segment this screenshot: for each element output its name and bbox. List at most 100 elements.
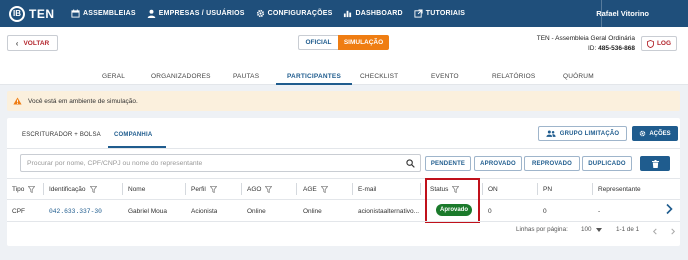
tab-checklist[interactable]: CHECKLIST — [360, 67, 398, 85]
filter-icon[interactable] — [320, 185, 328, 193]
log-button-label: LOG — [656, 40, 672, 47]
filter-aprovado-button[interactable]: APROVADO — [474, 156, 522, 171]
tab-evento[interactable]: EVENTO — [431, 67, 459, 85]
next-page-icon[interactable] — [670, 228, 676, 235]
chevron-right-icon[interactable] — [665, 203, 673, 215]
column-header-ago[interactable]: AGO — [247, 181, 273, 197]
status-highlight-box — [425, 178, 480, 223]
previous-page-icon[interactable] — [652, 228, 658, 235]
meeting-header: ‹ VOLTAR OFICIAL SIMULAÇÃO TEN - Assembl… — [0, 27, 688, 85]
column-header-on[interactable]: ON — [488, 181, 498, 197]
rows-per-page-select[interactable]: 100 — [581, 226, 602, 233]
warning-icon — [13, 97, 22, 105]
nav-item-label: ASSEMBLEIAS — [83, 10, 136, 17]
column-label: AGO — [247, 185, 262, 193]
cell-pn: 0 — [543, 207, 547, 215]
nav-item-label: DASHBOARD — [355, 10, 403, 17]
rows-per-page-value: 100 — [581, 226, 592, 233]
cell-identificacao[interactable]: 042.633.337-30 — [49, 206, 102, 216]
column-header-nome[interactable]: Nome — [128, 181, 145, 197]
table-bottom-border — [7, 221, 680, 222]
delete-button[interactable] — [640, 156, 670, 171]
column-separator — [592, 183, 593, 195]
column-header-age[interactable]: AGE — [303, 181, 328, 197]
tab-pautas[interactable]: PAUTAS — [233, 67, 259, 85]
nav-item-assembleias[interactable]: ASSEMBLEIAS — [71, 9, 136, 18]
meeting-id: 485-536-868 — [598, 45, 635, 52]
filter-icon[interactable] — [209, 185, 217, 193]
column-label: Tipo — [12, 185, 25, 193]
nav-item-label: EMPRESAS / USUÁRIOS — [158, 10, 245, 17]
caret-down-icon — [595, 227, 602, 232]
tab-relatorios[interactable]: RELATÓRIOS — [492, 67, 535, 85]
subtab-companhia[interactable]: COMPANHIA — [114, 132, 152, 138]
participant-search — [20, 154, 421, 172]
filter-icon[interactable] — [265, 185, 273, 193]
nav-item-label: TUTORIAIS — [425, 10, 466, 17]
meeting-id-label: ID: — [588, 45, 597, 52]
user-icon — [147, 9, 156, 18]
filter-icon[interactable] — [28, 185, 36, 193]
nav-item-empresas-usuarios[interactable]: EMPRESAS / USUÁRIOS — [147, 9, 245, 18]
mode-toggle: OFICIAL SIMULAÇÃO — [298, 35, 389, 50]
filter-icon[interactable] — [89, 185, 97, 193]
column-separator — [296, 183, 297, 195]
rows-per-page-label: Linhas por página: — [516, 226, 568, 233]
subtab-escriturador-bolsa[interactable]: ESCRITURADOR + BOLSA — [22, 132, 101, 138]
meeting-title: TEN - Assembleia Geral Ordinária — [536, 35, 635, 42]
column-separator — [43, 183, 44, 195]
search-icon[interactable] — [406, 159, 415, 168]
table-header-border — [7, 199, 680, 200]
cell-tipo: CPF — [12, 207, 25, 215]
column-separator — [241, 183, 242, 195]
column-separator — [185, 183, 186, 195]
cell-representante: - — [598, 207, 601, 215]
column-header-pn[interactable]: PN — [543, 181, 552, 197]
group-limitation-button[interactable]: GRUPO LIMITAÇÃO — [538, 126, 627, 141]
cell-ago: Online — [247, 207, 266, 215]
shield-icon — [646, 39, 654, 48]
column-separator — [537, 183, 538, 195]
column-header-identificacao[interactable]: Identificação — [49, 181, 97, 197]
trash-icon — [651, 159, 659, 168]
search-input[interactable] — [27, 159, 397, 167]
tab-quorum[interactable]: QUÓRUM — [563, 67, 594, 85]
gear-icon — [640, 130, 646, 137]
cell-perfil: Acionista — [191, 207, 218, 215]
actions-button[interactable]: AÇÕES — [632, 126, 678, 141]
column-header-representante[interactable]: Representante — [598, 181, 641, 197]
simulation-alert: Você está em ambiente de simulação. — [7, 91, 680, 111]
back-button[interactable]: ‹ VOLTAR — [7, 35, 58, 51]
table-top-border — [7, 178, 680, 179]
column-header-perfil[interactable]: Perfil — [191, 181, 217, 197]
nav-item-configuracoes[interactable]: CONFIGURAÇÕES — [256, 9, 333, 18]
mode-simulation-button[interactable]: SIMULAÇÃO — [338, 35, 389, 50]
page-range: 1-1 de 1 — [616, 226, 640, 233]
filter-reprovado-button[interactable]: REPROVADO — [524, 156, 580, 171]
column-separator — [122, 183, 123, 195]
nav-item-tutoriais[interactable]: TUTORIAIS — [414, 9, 465, 18]
column-header-tipo[interactable]: Tipo — [12, 181, 36, 197]
tab-geral[interactable]: GERAL — [102, 67, 125, 85]
user-menu[interactable]: Rafael Vitorino — [596, 9, 649, 18]
filter-duplicado-button[interactable]: DUPLICADO — [582, 156, 632, 171]
tab-organizadores[interactable]: ORGANIZADORES — [151, 67, 211, 85]
column-label: Perfil — [191, 185, 206, 193]
group-limitation-label: GRUPO LIMITAÇÃO — [559, 130, 620, 137]
app-logo[interactable]: IB TEN — [9, 5, 71, 22]
gear-icon — [256, 9, 264, 18]
chevron-left-icon: ‹ — [15, 38, 19, 48]
column-separator — [352, 183, 353, 195]
mode-official-button[interactable]: OFICIAL — [298, 35, 338, 50]
participants-panel: ESCRITURADOR + BOLSA COMPANHIA GRUPO LIM… — [7, 118, 680, 246]
nav-item-dashboard[interactable]: DASHBOARD — [343, 9, 403, 18]
calendar-icon — [71, 9, 80, 18]
column-label: Identificação — [49, 185, 86, 193]
bar-chart-icon — [344, 10, 352, 18]
column-header-email[interactable]: E-mail — [358, 181, 376, 197]
log-button[interactable]: LOG — [641, 36, 677, 51]
meeting-tabs: GERAL ORGANIZADORES PAUTAS PARTICIPANTES… — [0, 67, 688, 85]
nav-item-label: CONFIGURAÇÕES — [267, 10, 333, 17]
filter-pendente-button[interactable]: PENDENTE — [425, 156, 471, 171]
app-name: TEN — [29, 6, 55, 21]
